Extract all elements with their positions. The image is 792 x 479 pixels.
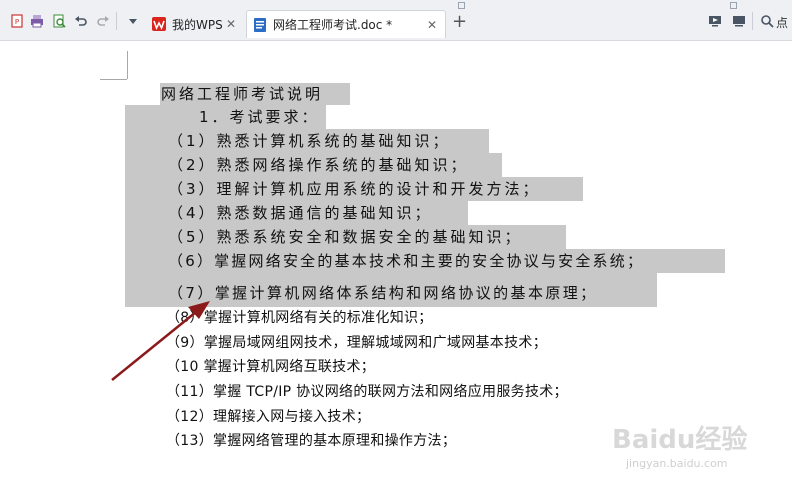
search-icon[interactable] [760,14,774,28]
corner-mark [730,2,737,9]
close-icon[interactable]: ✕ [226,17,236,31]
toolbar-divider [116,12,117,30]
minimize-icon[interactable] [732,14,746,28]
watermark-url: jingyan.baidu.com [626,457,728,470]
doc-file-icon [253,17,267,32]
watermark-logo: Baidu经验 [612,425,748,455]
search-label[interactable]: 点 [776,14,788,31]
margin-mark [127,51,128,79]
doc-line[interactable]: （1）熟悉计算机系统的基础知识； [168,131,451,151]
print-icon[interactable] [30,14,44,28]
print-preview-icon[interactable] [52,14,66,28]
doc-title[interactable]: 网络工程师考试说明 [161,84,323,104]
doc-line[interactable]: （2）熟悉网络操作系统的基础知识； [168,155,469,175]
title-toolbar: P 我的WPS ✕ 网络工程师考试.doc * ✕ + 点 [0,0,792,41]
tab-label: 网络工程师考试.doc * [273,18,393,32]
toolbar-divider [752,12,753,30]
doc-line[interactable]: （6）掌握网络安全的基本技术和主要的安全协议与安全系统； [168,251,644,271]
tab-label: 我的WPS [172,17,223,32]
svg-text:P: P [15,18,19,26]
doc-line[interactable]: 1．考试要求： [199,107,320,127]
doc-line[interactable]: （9）掌握局域网组网技术，理解城域网和广域网基本技术； [166,333,547,353]
doc-line[interactable]: （3）理解计算机应用系统的设计和开发方法； [168,179,541,199]
document-page[interactable]: 网络工程师考试说明 1．考试要求： （1）熟悉计算机系统的基础知识； （2）熟悉… [0,41,792,470]
tab-my-wps[interactable]: 我的WPS ✕ [146,10,244,38]
doc-line[interactable]: （5）熟悉系统安全和数据安全的基础知识； [168,227,523,247]
doc-line[interactable]: （11）掌握 TCP/IP 协议网络的联网方法和网络应用服务技术； [166,382,568,402]
doc-line[interactable]: （10 掌握计算机网络互联技术； [166,357,375,377]
margin-mark [100,79,127,80]
undo-icon[interactable] [74,14,88,28]
screen-share-icon[interactable] [708,14,722,28]
pdf-export-icon[interactable]: P [10,14,24,28]
redo-icon[interactable] [96,14,110,28]
doc-line[interactable]: （7）掌握计算机网络体系结构和网络协议的基本原理； [168,283,598,303]
doc-line[interactable]: （13）掌握网络管理的基本原理和操作方法； [166,431,456,451]
doc-line[interactable]: （4）熟悉数据通信的基础知识； [168,203,433,223]
wps-logo-icon [152,17,166,31]
close-icon[interactable]: ✕ [427,18,437,32]
new-tab-icon[interactable]: + [452,13,467,31]
doc-line[interactable]: （8）掌握计算机网络有关的标准化知识； [166,308,433,328]
doc-line[interactable]: （12）理解接入网与接入技术； [166,407,370,427]
corner-mark [458,2,465,9]
tab-document[interactable]: 网络工程师考试.doc * ✕ [246,10,446,38]
dropdown-icon[interactable] [126,14,140,28]
baidu-watermark: Baidu经验 jingyan.baidu.com [612,419,782,479]
